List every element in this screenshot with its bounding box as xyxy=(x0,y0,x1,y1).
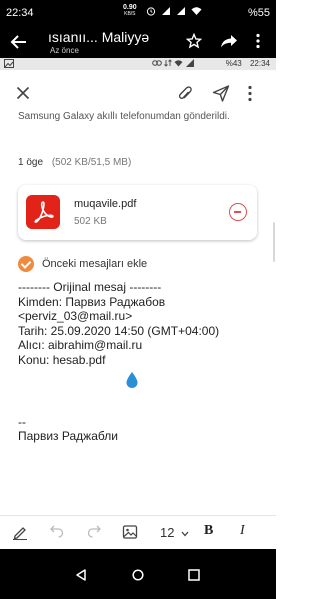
secondary-status-bar: %43 22:34 xyxy=(0,58,276,70)
header-subtitle: Az önce xyxy=(50,46,79,55)
paperclip-icon[interactable] xyxy=(178,85,192,103)
quoted-header: -------- Orijinal mesaj -------- xyxy=(18,280,162,294)
wifi-small-icon xyxy=(174,60,183,67)
include-previous-label: Önceki mesajları ekle xyxy=(42,258,148,270)
close-icon[interactable] xyxy=(16,86,30,100)
system-navigation-bar xyxy=(0,549,276,599)
font-size-selector[interactable]: 12 xyxy=(160,525,189,540)
nav-back-icon[interactable] xyxy=(76,569,86,581)
status-battery: %55 xyxy=(247,7,270,19)
network-speed-value: 0.90 xyxy=(123,4,137,11)
formatting-toolbar: 12 B I xyxy=(0,515,276,549)
redo-icon[interactable] xyxy=(87,524,101,538)
more-vertical-icon[interactable] xyxy=(247,85,253,102)
compose-toolbar xyxy=(0,76,276,112)
image-icon[interactable] xyxy=(122,524,138,540)
data-transfer-icon xyxy=(164,59,173,67)
pdf-file-icon xyxy=(26,195,60,229)
attachments-summary: 1 öge (502 KB/51,5 MB) xyxy=(18,157,131,168)
nav-home-icon[interactable] xyxy=(132,569,144,581)
scrollbar[interactable] xyxy=(273,222,275,262)
quoted-from-email: <perviz_03@mail.ru> xyxy=(18,309,133,323)
remove-circle-icon[interactable] xyxy=(229,203,247,221)
signature-separator: -- xyxy=(18,415,26,429)
bold-button[interactable]: B xyxy=(204,523,213,539)
network-speed: 0.90 KB/S xyxy=(123,4,137,18)
signal-small-icon xyxy=(185,59,194,67)
signal-icon-2 xyxy=(177,7,185,15)
pen-icon[interactable] xyxy=(12,524,28,540)
more-vertical-icon[interactable] xyxy=(255,33,261,49)
attachment-filesize: 502 KB xyxy=(74,216,107,227)
secondary-status-right: %43 22:34 xyxy=(226,59,270,68)
font-size-value: 12 xyxy=(160,525,175,540)
quoted-subject: Konu: hesab.pdf xyxy=(18,352,106,367)
text-cursor-handle-icon[interactable] xyxy=(125,371,139,389)
image-notification-icon xyxy=(4,59,14,68)
quoted-original-message[interactable]: -------- Orijinal mesaj -------- Kimden:… xyxy=(18,280,219,367)
status-time: 22:34 xyxy=(6,7,34,19)
quoted-to: Alıcı: aibrahim@mail.ru xyxy=(18,338,143,352)
signature-name: Парвиз Раджабли xyxy=(18,429,118,443)
undo-icon[interactable] xyxy=(50,524,64,538)
nav-recents-icon[interactable] xyxy=(188,569,200,581)
send-icon[interactable] xyxy=(212,85,230,102)
app-header: ısıanıı... Maliyyə Az önce xyxy=(0,26,276,58)
status-icons xyxy=(146,6,202,16)
secondary-status-icons xyxy=(152,59,194,69)
secondary-battery: %43 xyxy=(225,59,242,68)
attachment-filename: muqavile.pdf xyxy=(74,198,137,210)
attachments-size: (502 KB/51,5 MB) xyxy=(51,157,132,168)
signal-icon xyxy=(162,7,170,15)
email-subject-title: ısıanıı... Maliyyə xyxy=(48,29,150,45)
sent-from-signature: Samsung Galaxy akıllı telefonumdan gönde… xyxy=(18,111,230,122)
network-speed-unit: KB/S xyxy=(124,11,136,17)
attachments-count: 1 öge xyxy=(18,157,44,168)
secondary-time: 22:34 xyxy=(249,59,270,68)
wifi-icon xyxy=(191,7,202,15)
share-icon[interactable] xyxy=(220,33,238,49)
link-icon xyxy=(152,60,162,66)
chevron-down-icon xyxy=(181,531,189,537)
italic-button[interactable]: I xyxy=(240,523,245,539)
checked-circle-icon[interactable] xyxy=(18,256,34,272)
quoted-from: Kimden: Парвиз Раджабов xyxy=(18,294,166,309)
status-bar: 22:34 0.90 KB/S %55 xyxy=(0,0,276,26)
star-icon[interactable] xyxy=(186,33,202,49)
quoted-date: Tarih: 25.09.2020 14:50 (GMT+04:00) xyxy=(18,323,220,338)
alarm-icon xyxy=(146,7,156,16)
back-arrow-icon[interactable] xyxy=(10,34,28,50)
attachment-card[interactable]: muqavile.pdf 502 KB xyxy=(18,185,257,240)
